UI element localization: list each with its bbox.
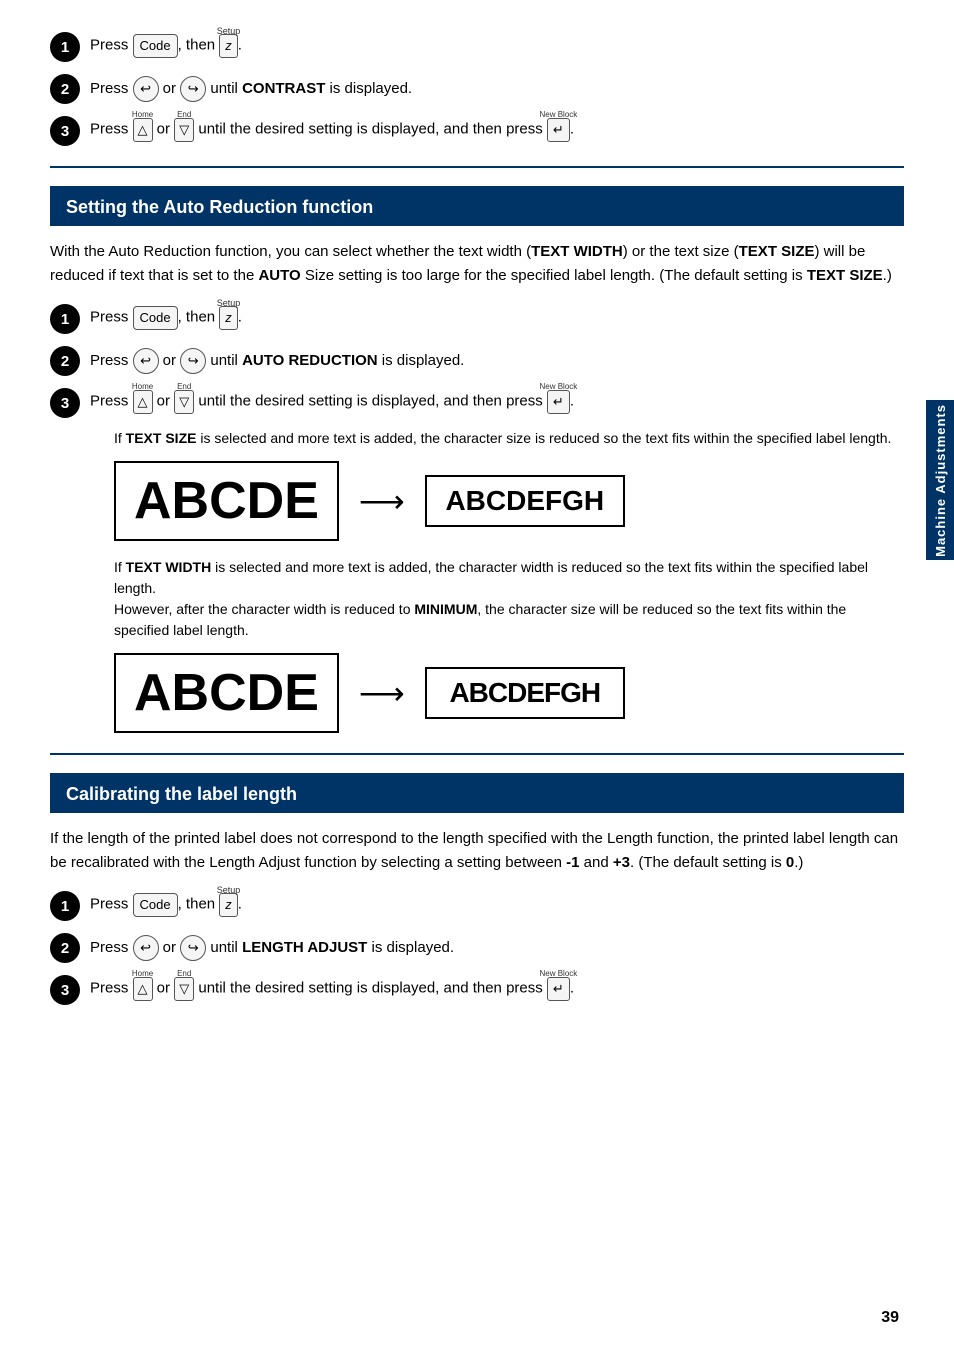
arrow-right-key-s1: ↪ xyxy=(180,348,206,374)
section-1-steps: 1 Press Code, then Setup z . 2 Press ↩ o… xyxy=(50,302,904,418)
step-1-circle-3: 3 xyxy=(50,388,80,418)
arrow-right-key-s2: ↪ xyxy=(180,935,206,961)
newblock-key-s1: New Block ↵ xyxy=(547,390,570,414)
diagram-2-to: ABCDEFGH xyxy=(425,667,625,719)
step-0-3-text: Press Home △ or End ▽ until the desired … xyxy=(90,114,904,142)
step-1-3-text: Press Home △ or End ▽ until the desired … xyxy=(90,386,904,414)
section-1-sub1: If TEXT SIZE is selected and more text i… xyxy=(50,428,904,541)
step-circle-3: 3 xyxy=(50,116,80,146)
page-number: 39 xyxy=(881,1309,899,1327)
arrow-left-key: ↩ xyxy=(133,76,159,102)
newblock-key-s2: New Block ↵ xyxy=(547,977,570,1001)
section-1-rule xyxy=(50,166,904,168)
section-2-title: Calibrating the label length xyxy=(66,784,297,804)
home-key: Home △ xyxy=(133,118,153,142)
arrow-left-key-s1: ↩ xyxy=(133,348,159,374)
diagram-1: ABCDE ⟶ ABCDEFGH xyxy=(94,461,904,541)
diagram-2: ABCDE ⟶ ABCDEFGH xyxy=(94,653,904,733)
home-key-s1: Home △ xyxy=(133,390,153,414)
step-circle-2: 2 xyxy=(50,74,80,104)
arrow-left-key-s2: ↩ xyxy=(133,935,159,961)
arrow-right-key: ↪ xyxy=(180,76,206,102)
step-1-2-text: Press ↩ or ↪ until AUTO REDUCTION is dis… xyxy=(90,344,904,374)
diagram-2-from: ABCDE xyxy=(114,653,339,733)
step-2-2: 2 Press ↩ or ↪ until LENGTH ADJUST is di… xyxy=(50,931,904,963)
section-2-rule xyxy=(50,753,904,755)
step-2-circle-1: 1 xyxy=(50,891,80,921)
setup-key: Setup z xyxy=(219,34,238,58)
section-2-body: If the length of the printed label does … xyxy=(50,827,904,875)
step-0-2: 2 Press ↩ or ↪ until CONTRAST is display… xyxy=(50,72,904,104)
step-0-2-text: Press ↩ or ↪ until CONTRAST is displayed… xyxy=(90,72,904,102)
step-2-1: 1 Press Code, then Setup z . xyxy=(50,889,904,921)
code-key: Code xyxy=(133,34,178,58)
code-key-s2: Code xyxy=(133,893,178,917)
section-1-sub2: If TEXT WIDTH is selected and more text … xyxy=(50,557,904,733)
step-1-3: 3 Press Home △ or End ▽ until the desire… xyxy=(50,386,904,418)
diagram-arrow-2: ⟶ xyxy=(359,674,405,712)
step-0-1: 1 Press Code, then Setup z . xyxy=(50,30,904,62)
step-2-1-text: Press Code, then Setup z . xyxy=(90,889,904,917)
step-1-circle-1: 1 xyxy=(50,304,80,334)
step-2-2-text: Press ↩ or ↪ until LENGTH ADJUST is disp… xyxy=(90,931,904,961)
end-key: End ▽ xyxy=(174,118,194,142)
section-2-steps: 1 Press Code, then Setup z . 2 Press ↩ o… xyxy=(50,889,904,1005)
diagram-1-from: ABCDE xyxy=(114,461,339,541)
step-1-1: 1 Press Code, then Setup z . xyxy=(50,302,904,334)
section-0-steps: 1 Press Code, then Setup z . 2 Press ↩ o… xyxy=(50,30,904,146)
section-1-header: Setting the Auto Reduction function xyxy=(50,186,904,226)
step-2-circle-3: 3 xyxy=(50,975,80,1005)
step-2-circle-2: 2 xyxy=(50,933,80,963)
step-0-1-text: Press Code, then Setup z . xyxy=(90,30,904,58)
step-1-1-text: Press Code, then Setup z . xyxy=(90,302,904,330)
diagram-1-to: ABCDEFGH xyxy=(425,475,625,527)
step-2-3-text: Press Home △ or End ▽ until the desired … xyxy=(90,973,904,1001)
step-1-circle-2: 2 xyxy=(50,346,80,376)
sub1-text: If TEXT SIZE is selected and more text i… xyxy=(94,428,904,449)
end-key-s1: End ▽ xyxy=(174,390,194,414)
section-1-title: Setting the Auto Reduction function xyxy=(66,197,373,217)
newblock-key: New Block ↵ xyxy=(547,118,570,142)
side-tab-container: Machine Adjustments xyxy=(926,400,954,560)
step-0-3: 3 Press Home △ or End ▽ until the desire… xyxy=(50,114,904,146)
step-circle-1: 1 xyxy=(50,32,80,62)
end-key-s2: End ▽ xyxy=(174,977,194,1001)
setup-key-s1: Setup z xyxy=(219,306,238,330)
sub2-text: If TEXT WIDTH is selected and more text … xyxy=(94,557,904,641)
diagram-arrow-1: ⟶ xyxy=(359,482,405,520)
step-1-2: 2 Press ↩ or ↪ until AUTO REDUCTION is d… xyxy=(50,344,904,376)
step-2-3: 3 Press Home △ or End ▽ until the desire… xyxy=(50,973,904,1005)
code-key-s1: Code xyxy=(133,306,178,330)
home-key-s2: Home △ xyxy=(133,977,153,1001)
setup-key-s2: Setup z xyxy=(219,893,238,917)
section-1-body: With the Auto Reduction function, you ca… xyxy=(50,240,904,288)
side-tab-text: Machine Adjustments xyxy=(933,404,948,557)
section-2-header: Calibrating the label length xyxy=(50,773,904,813)
